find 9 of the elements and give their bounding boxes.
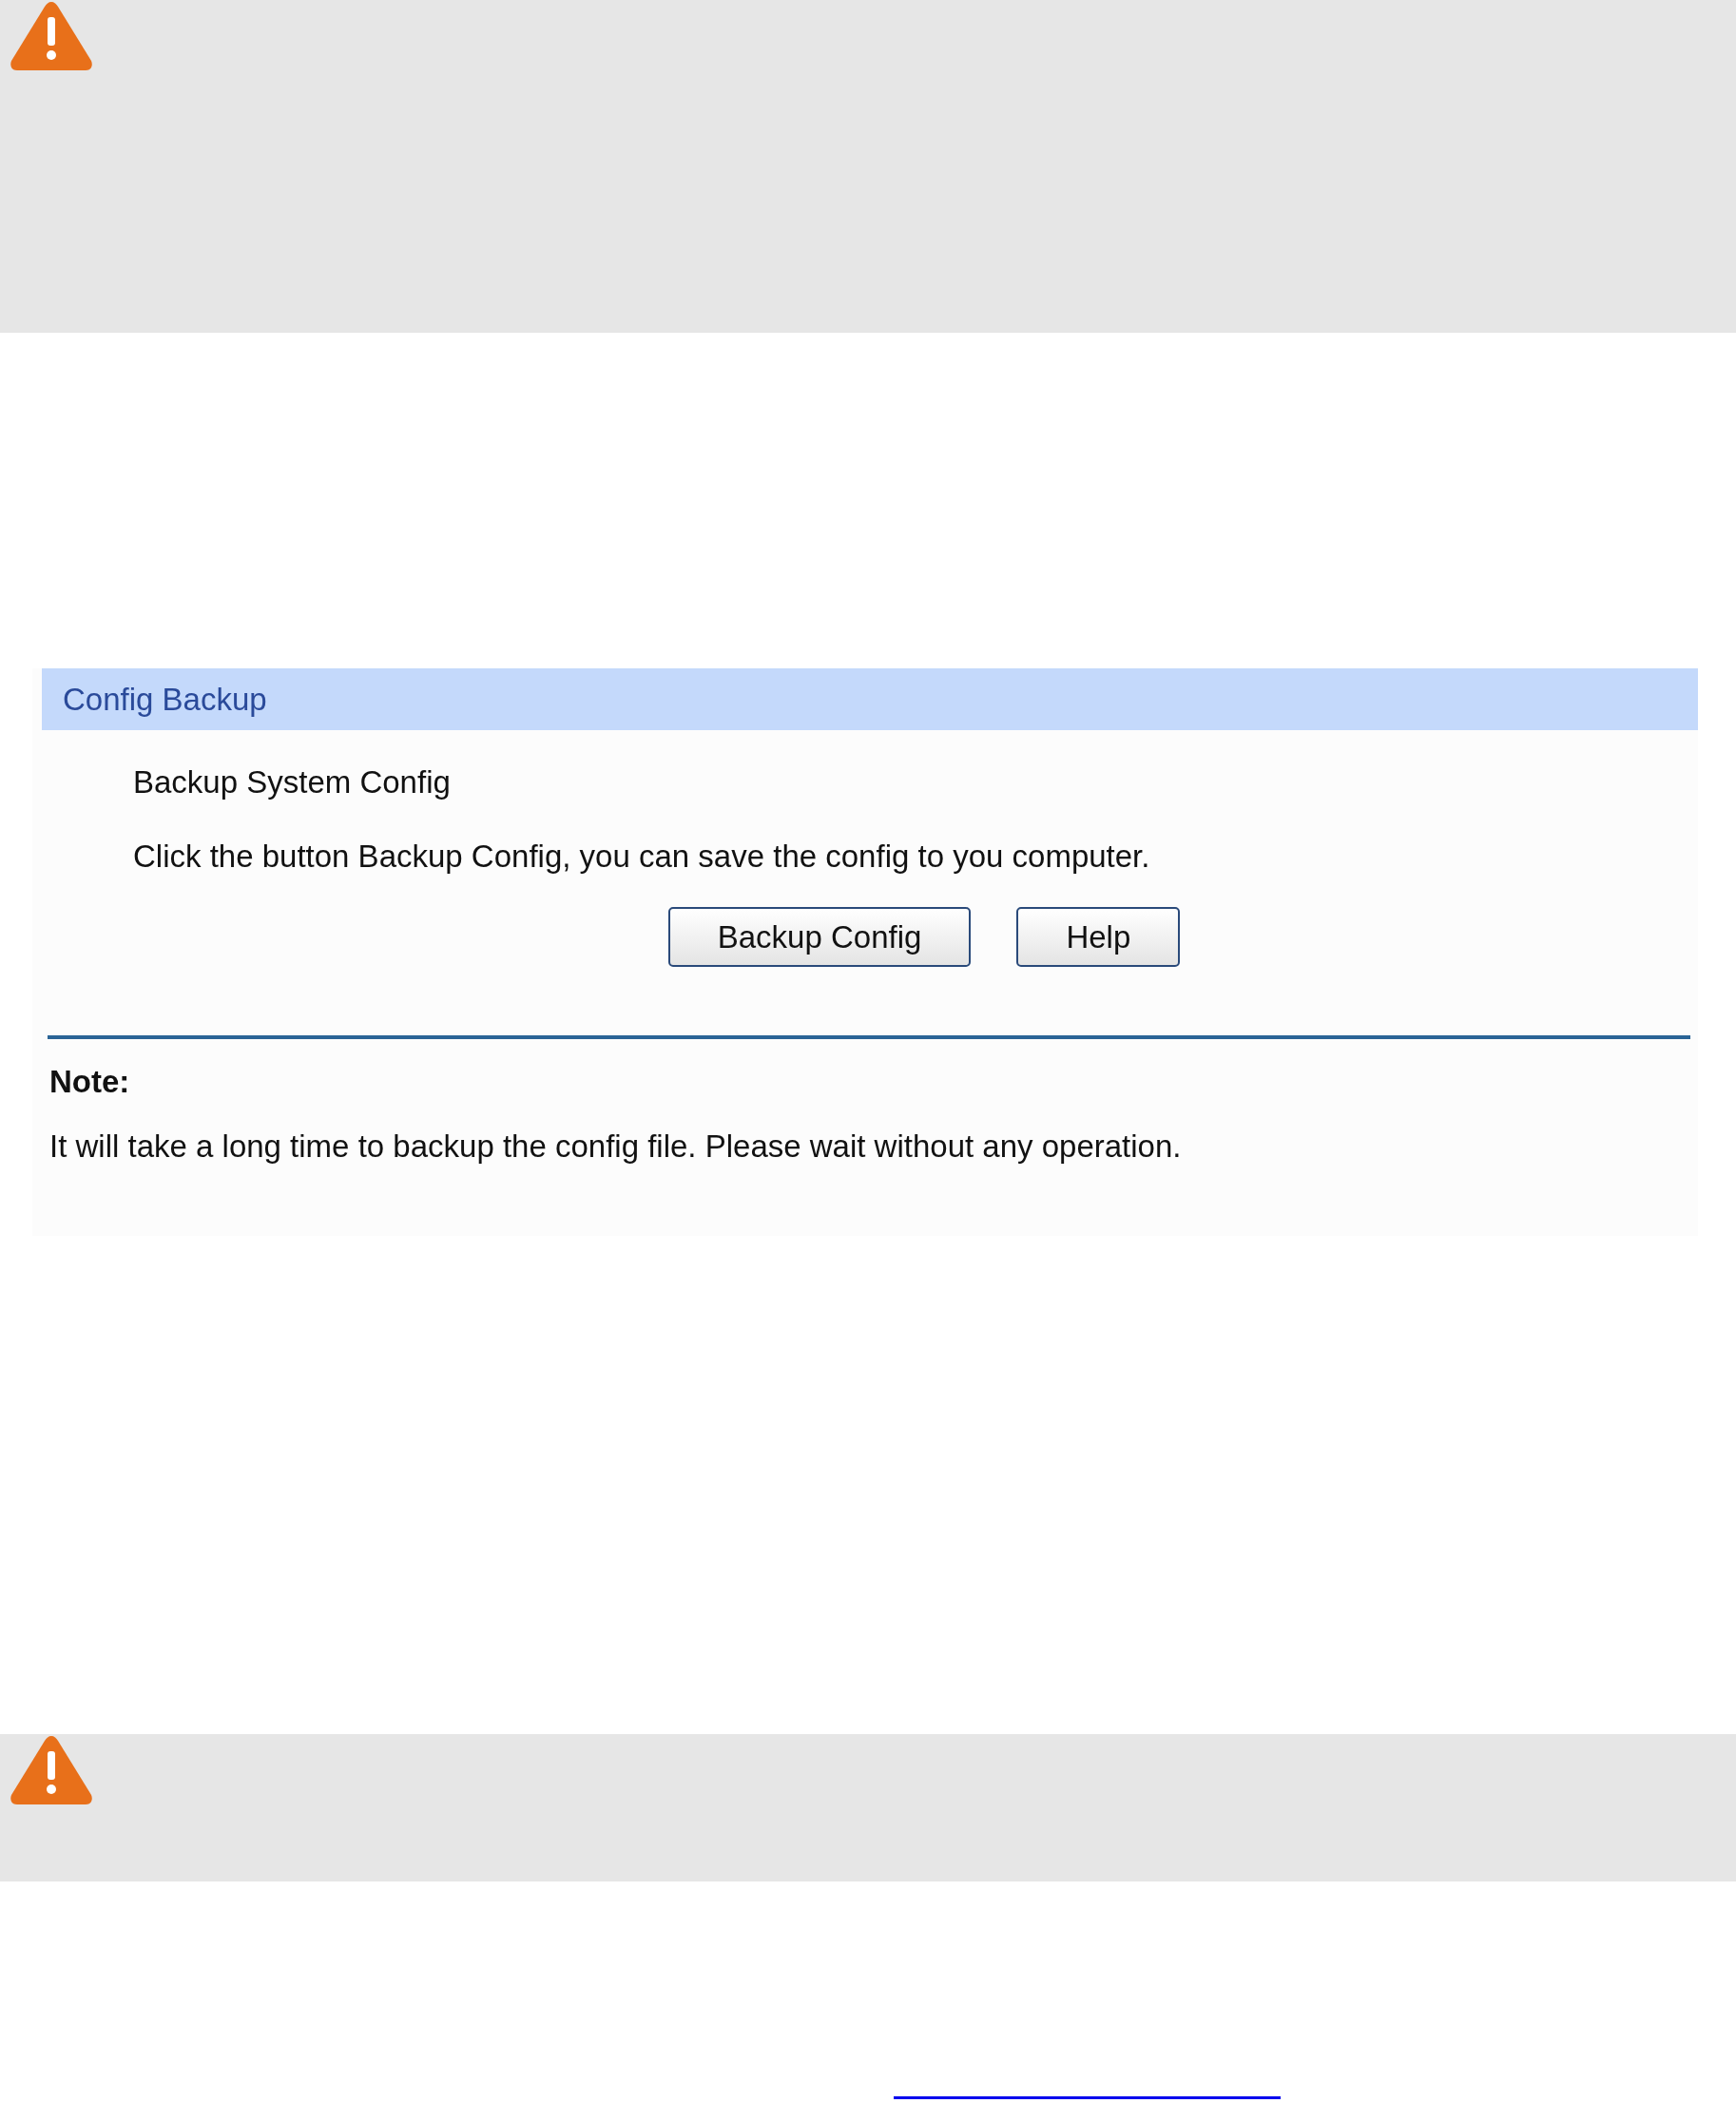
help-button[interactable]: Help [1016, 907, 1181, 967]
warning-icon [10, 1734, 93, 1806]
section-heading: Backup System Config [132, 764, 452, 801]
warning-icon [10, 0, 93, 72]
note-label: Note: [49, 1064, 131, 1100]
description-text: Click the button Backup Config, you can save the config to you computer. [132, 839, 1151, 875]
panel-title: Config Backup [63, 681, 267, 718]
backup-config-button[interactable]: Backup Config [667, 907, 972, 967]
note-text: It will take a long time to backup the config file. Please wait without any operation. [49, 1129, 1183, 1165]
